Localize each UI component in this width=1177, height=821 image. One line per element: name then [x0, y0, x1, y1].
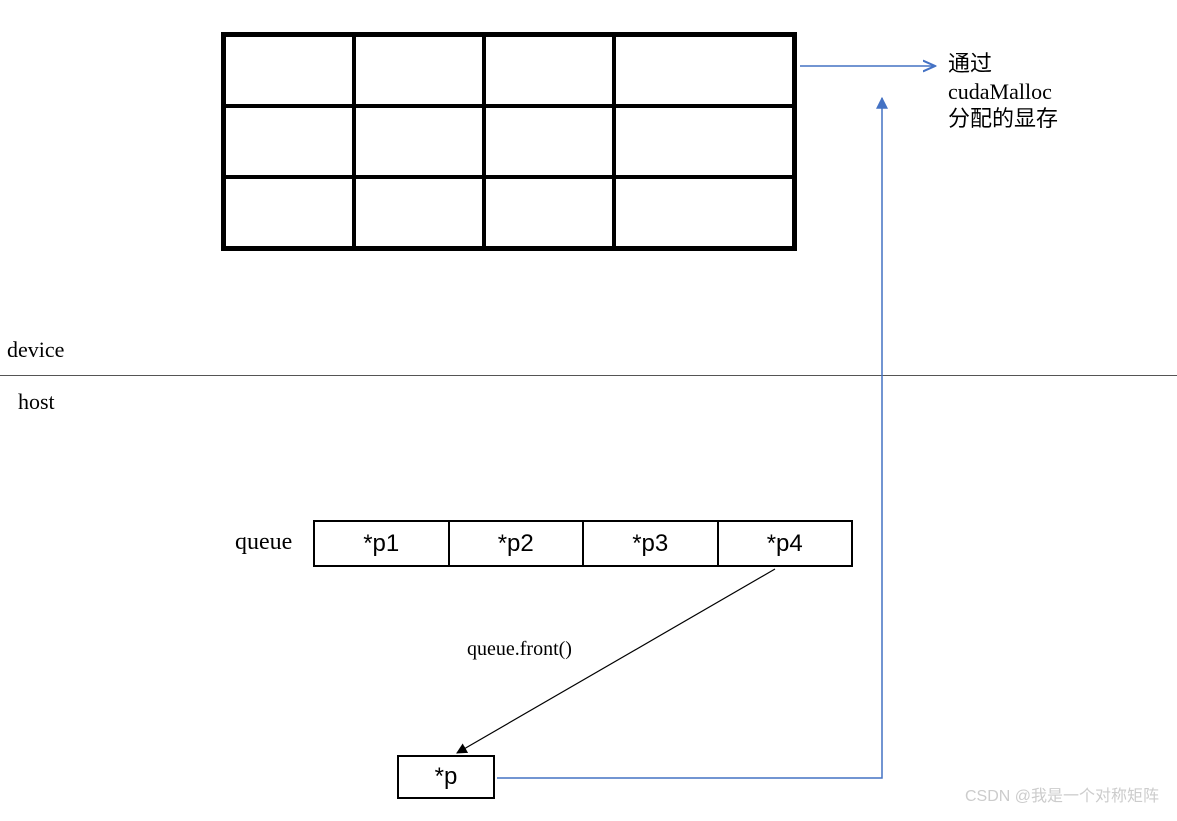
mem-cell	[354, 177, 484, 248]
annotation-line: 通过	[948, 50, 1058, 78]
mem-cell	[484, 35, 614, 106]
queue-item: *p1	[315, 522, 448, 565]
mem-cell	[224, 106, 354, 177]
annotation-line: 分配的显存	[948, 105, 1058, 133]
annotation-line: cudaMalloc	[948, 78, 1058, 106]
queue-item: *p4	[717, 522, 852, 565]
mem-cell	[484, 106, 614, 177]
host-label: host	[18, 388, 55, 416]
mem-cell	[224, 35, 354, 106]
mem-cell	[354, 35, 484, 106]
mem-cell	[354, 106, 484, 177]
queue-label: queue	[235, 529, 292, 556]
queue-item: *p3	[582, 522, 717, 565]
device-memory-grid	[221, 32, 797, 251]
queue-front-label: queue.front()	[467, 638, 572, 661]
watermark: CSDN @我是一个对称矩阵	[965, 782, 1159, 806]
mem-cell	[484, 177, 614, 248]
device-label: device	[7, 336, 64, 364]
mem-cell	[614, 106, 794, 177]
cudamalloc-annotation: 通过 cudaMalloc 分配的显存	[948, 50, 1058, 133]
pointer-queue: *p1 *p2 *p3 *p4	[313, 520, 853, 567]
mem-cell	[224, 177, 354, 248]
dequeued-pointer-box: *p	[397, 755, 495, 799]
arrow-queue-to-p	[457, 569, 775, 753]
queue-item: *p2	[448, 522, 583, 565]
mem-cell	[614, 35, 794, 106]
mem-cell	[614, 177, 794, 248]
device-host-separator	[0, 375, 1177, 376]
